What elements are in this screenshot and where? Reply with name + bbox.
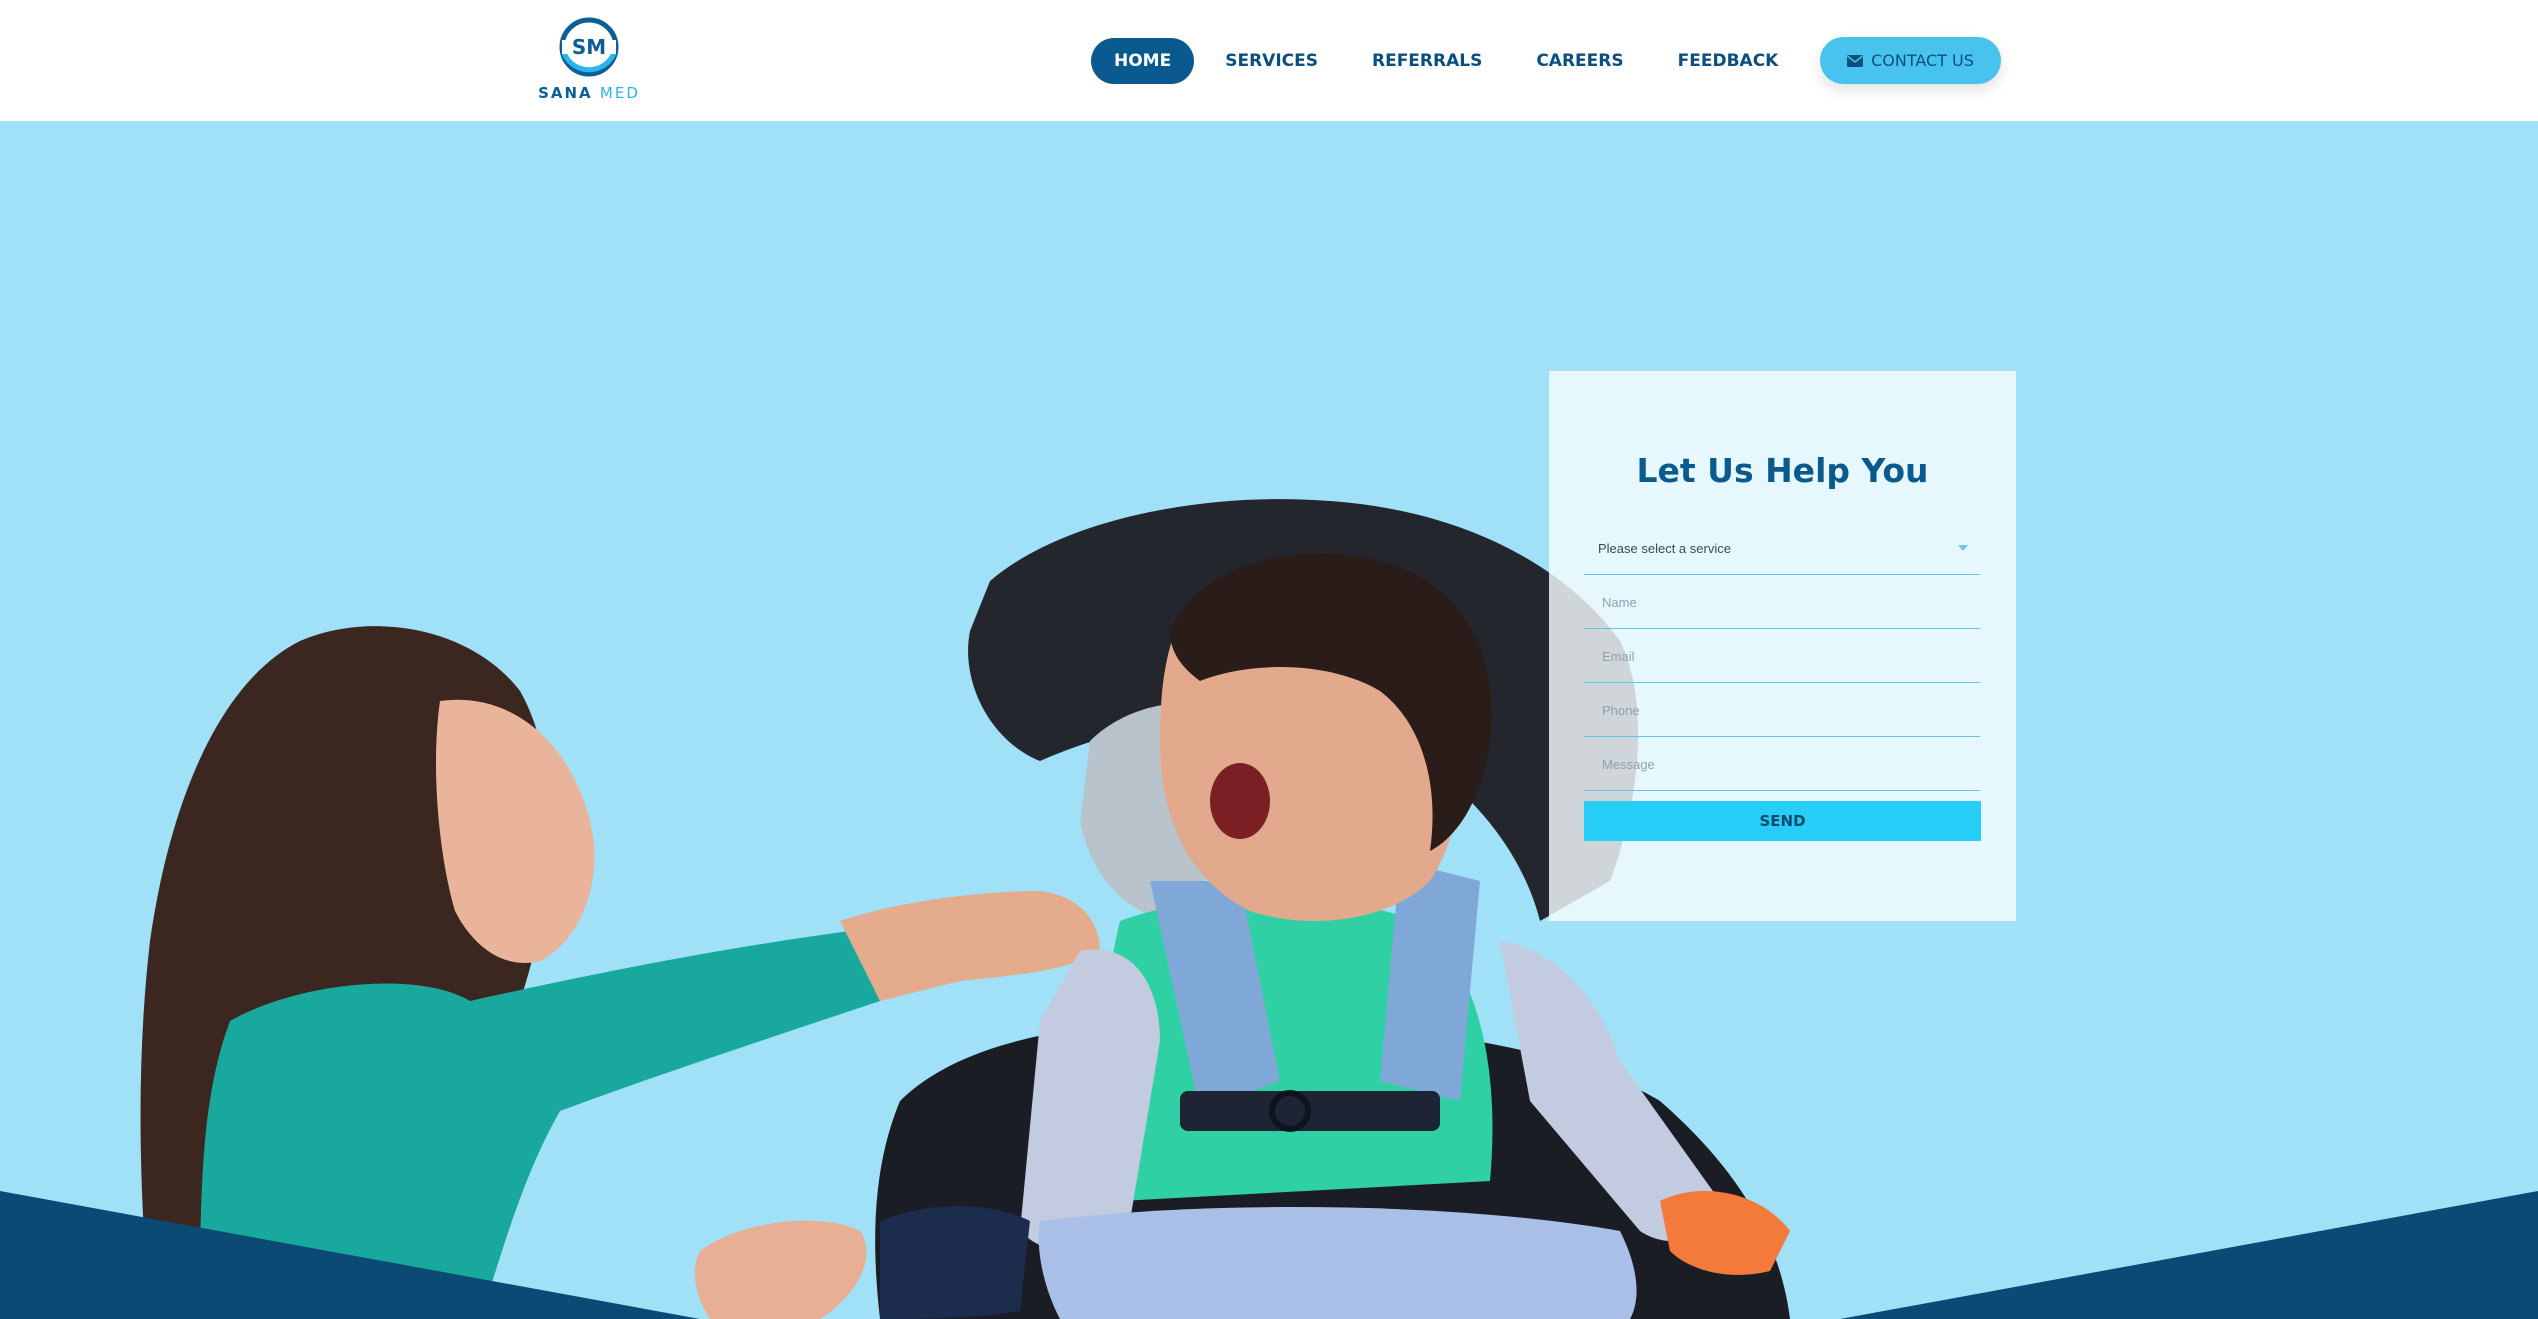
contact-us-label: CONTACT US <box>1871 51 1974 70</box>
phone-field[interactable] <box>1584 703 1980 718</box>
logo-mark-icon: SM <box>559 17 619 77</box>
service-select-value: Please select a service <box>1598 541 1731 556</box>
email-field-wrapper <box>1584 631 1980 683</box>
help-form-card: Let Us Help You Please select a service … <box>1549 371 2016 921</box>
hero-section: Let Us Help You Please select a service … <box>0 121 2538 1319</box>
message-field-wrapper <box>1584 739 1980 791</box>
service-select[interactable]: Please select a service <box>1584 523 1980 575</box>
nav-item-referrals[interactable]: REFERRALS <box>1349 38 1505 84</box>
name-field-wrapper <box>1584 577 1980 629</box>
nav-item-services[interactable]: SERVICES <box>1202 38 1341 84</box>
chevron-down-icon <box>1958 545 1968 551</box>
nav-item-home[interactable]: HOME <box>1091 38 1195 84</box>
logo[interactable]: SM SANA MED <box>536 16 642 108</box>
send-button[interactable]: SEND <box>1584 801 1981 841</box>
phone-field-wrapper <box>1584 685 1980 737</box>
logo-wordmark: SANA MED <box>536 84 642 102</box>
name-field[interactable] <box>1584 595 1980 610</box>
main-nav: HOME SERVICES REFERRALS CAREERS FEEDBACK <box>1091 38 1809 84</box>
footer-wave <box>0 1191 2538 1319</box>
message-field[interactable] <box>1584 757 1980 772</box>
logo-name-secondary: MED <box>599 84 640 102</box>
nav-item-careers[interactable]: CAREERS <box>1513 38 1646 84</box>
form-title: Let Us Help You <box>1636 451 1929 490</box>
site-header: SM SANA MED HOME SERVICES REFERRALS CARE… <box>0 0 2538 121</box>
email-field[interactable] <box>1584 649 1980 664</box>
nav-item-feedback[interactable]: FEEDBACK <box>1655 38 1802 84</box>
envelope-icon <box>1847 54 1864 67</box>
logo-name-primary: SANA <box>538 84 593 102</box>
svg-text:SM: SM <box>572 35 606 59</box>
contact-us-button[interactable]: CONTACT US <box>1820 37 2001 84</box>
